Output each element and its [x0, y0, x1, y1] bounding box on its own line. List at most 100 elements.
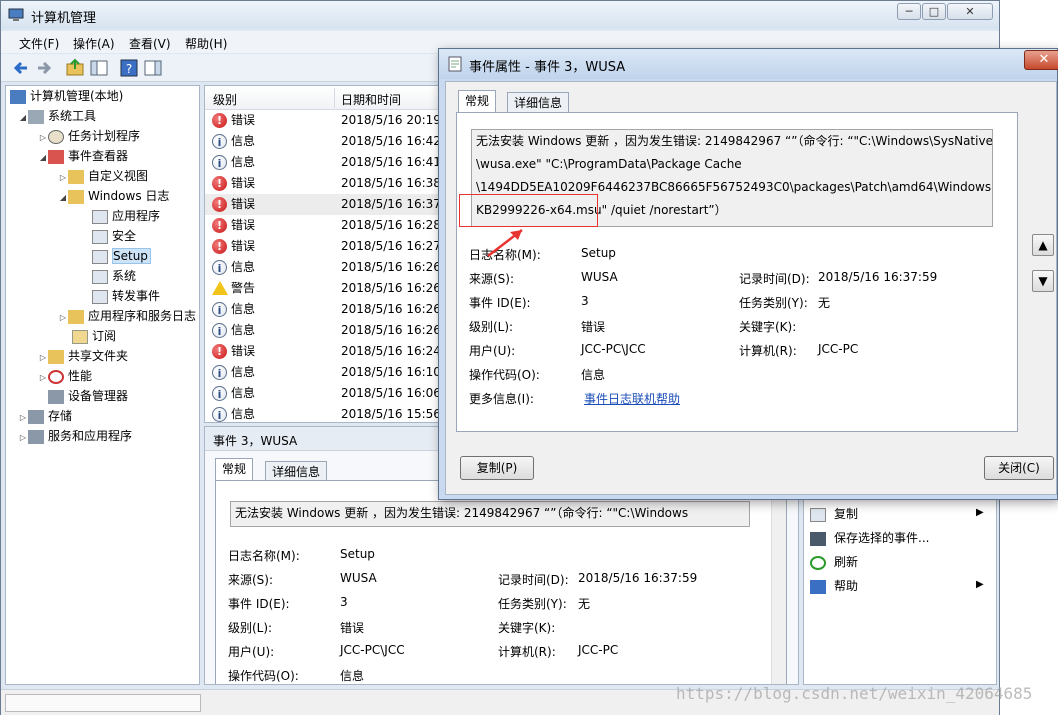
- table-row[interactable]: ! 错误 2018/5/16 16:28:: [205, 215, 443, 236]
- tree-item-shared-folders[interactable]: ▷ 共享文件夹: [38, 346, 128, 366]
- event-message-box[interactable]: 无法安装 Windows 更新 ，因为发生错误: 2149842967 “”（命…: [230, 501, 750, 527]
- minimize-button[interactable]: ─: [897, 3, 921, 20]
- tab-details[interactable]: 详细信息: [265, 461, 328, 480]
- tree-item-forwarded-events[interactable]: 转发事件: [92, 286, 160, 306]
- dialog-close-button[interactable]: ✕: [1024, 50, 1058, 70]
- column-header-datetime[interactable]: 日期和时间: [341, 91, 401, 108]
- tree-item-task-scheduler[interactable]: ▷ 任务计划程序: [38, 126, 140, 146]
- menu-file[interactable]: 文件(F): [19, 35, 59, 52]
- close-dialog-button[interactable]: 关闭(C): [984, 456, 1054, 480]
- tree-label-selected: Setup: [112, 248, 151, 264]
- detail-scrollbar[interactable]: [771, 481, 786, 684]
- help-icon[interactable]: ?: [119, 58, 139, 78]
- tree-item-services-apps[interactable]: ▷ 服务和应用程序: [18, 426, 132, 446]
- window-title: 计算机管理: [31, 11, 97, 26]
- table-row[interactable]: i 信息 2018/5/16 16:42:: [205, 131, 443, 152]
- tree-item-windows-logs[interactable]: ◢ Windows 日志: [58, 186, 169, 206]
- tree-item-system-tools[interactable]: ◢ 系统工具: [18, 106, 96, 126]
- level-cell: 信息: [231, 407, 256, 421]
- level-cell: 信息: [231, 386, 256, 400]
- tab-general[interactable]: 常规: [215, 458, 254, 480]
- error-icon: !: [212, 197, 227, 212]
- table-row[interactable]: ! 错误 2018/5/16 16:38:: [205, 173, 443, 194]
- expand-arrow-icon[interactable]: ▷: [18, 428, 28, 448]
- tree-item-security[interactable]: 安全: [92, 226, 136, 246]
- expand-arrow-icon[interactable]: ▷: [38, 128, 48, 148]
- copy-button[interactable]: 复制(P): [460, 456, 534, 480]
- table-row[interactable]: i 信息 2018/5/16 16:06:: [205, 383, 443, 404]
- table-row[interactable]: i 信息 2018/5/16 16:26:: [205, 257, 443, 278]
- menu-help[interactable]: 帮助(H): [185, 35, 227, 52]
- log-name-label: 日志名称(M):: [228, 549, 300, 563]
- show-hide-action-pane-icon[interactable]: [143, 58, 163, 78]
- table-row[interactable]: 警告 2018/5/16 16:26:: [205, 278, 443, 299]
- back-arrow-icon[interactable]: [11, 58, 31, 78]
- tree-item-app-service-logs[interactable]: ▷ 应用程序和服务日志: [58, 306, 196, 326]
- event-log-online-help-link[interactable]: 事件日志联机帮助: [584, 390, 680, 407]
- up-folder-icon[interactable]: [65, 58, 85, 78]
- dialog-tab-general[interactable]: 常规: [458, 90, 497, 112]
- tree-item-custom-views[interactable]: ▷ 自定义视图: [58, 166, 148, 186]
- help-icon: [810, 579, 826, 594]
- computer-label: 计算机(R):: [739, 344, 797, 358]
- tree-item-setup[interactable]: Setup: [92, 246, 151, 266]
- table-row[interactable]: ! 错误 2018/5/16 20:19:: [205, 110, 443, 131]
- expand-arrow-icon[interactable]: ▷: [58, 168, 68, 188]
- tree-item-event-viewer[interactable]: ◢ 事件查看器: [38, 146, 128, 166]
- action-help[interactable]: 帮助: [810, 575, 858, 597]
- event-list: 级别 日期和时间 ! 错误 2018/5/16 20:19: i 信息 2018/5/16…: [204, 85, 444, 423]
- next-event-button[interactable]: ▼: [1032, 270, 1054, 292]
- maximize-button[interactable]: □: [922, 3, 946, 20]
- table-row[interactable]: i 信息 2018/5/16 16:26:: [205, 320, 443, 341]
- keywords-label: 关键字(K):: [498, 621, 556, 635]
- table-row[interactable]: i 信息 2018/5/16 15:56:: [205, 404, 443, 422]
- menu-action[interactable]: 操作(A): [73, 35, 115, 52]
- level-label: 级别(L):: [228, 621, 273, 635]
- menu-view[interactable]: 查看(V): [129, 35, 171, 52]
- detail-general-panel: 无法安装 Windows 更新 ，因为发生错误: 2149842967 “”（命…: [215, 480, 787, 684]
- close-button[interactable]: ✕: [947, 3, 993, 20]
- tree-item-subscriptions[interactable]: 订阅: [72, 326, 116, 346]
- collapse-arrow-icon[interactable]: ◢: [58, 188, 68, 208]
- tree-item-device-manager[interactable]: 设备管理器: [48, 386, 128, 406]
- tree-item-application[interactable]: 应用程序: [92, 206, 160, 226]
- dialog-tab-details[interactable]: 详细信息: [507, 92, 570, 112]
- level-cell: 错误: [231, 197, 256, 211]
- user-value: JCC-PC\JCC: [581, 342, 646, 356]
- column-divider[interactable]: [334, 88, 335, 108]
- tree-item-performance[interactable]: ▷ 性能: [38, 366, 92, 386]
- expand-arrow-icon[interactable]: ▷: [58, 308, 68, 328]
- tree-item-system[interactable]: 系统: [92, 266, 136, 286]
- table-row[interactable]: i 信息 2018/5/16 16:10:: [205, 362, 443, 383]
- level-cell: 错误: [231, 113, 256, 127]
- forward-arrow-icon[interactable]: [34, 58, 54, 78]
- expand-arrow-icon[interactable]: ▷: [38, 368, 48, 388]
- level-cell: 信息: [231, 323, 256, 337]
- action-copy[interactable]: 复制: [810, 503, 858, 525]
- tree-item-root[interactable]: 计算机管理(本地): [10, 86, 123, 106]
- table-row[interactable]: ! 错误 2018/5/16 16:24:: [205, 341, 443, 362]
- column-header-level[interactable]: 级别: [213, 91, 237, 108]
- logged-label: 记录时间(D):: [498, 573, 569, 587]
- table-row[interactable]: ! 错误 2018/5/16 16:37:: [205, 194, 443, 215]
- error-icon: !: [212, 176, 227, 191]
- expand-arrow-icon[interactable]: ▷: [38, 348, 48, 368]
- tree-label: 系统: [112, 269, 137, 283]
- action-save-selected[interactable]: 保存选择的事件...: [810, 527, 929, 549]
- event-id-value: 3: [581, 294, 589, 308]
- previous-event-button[interactable]: ▲: [1032, 234, 1054, 256]
- error-icon: !: [212, 344, 227, 359]
- status-segment: [5, 694, 201, 712]
- dialog-title-bar: 事件属性 - 事件 3，WUSA: [439, 49, 1057, 79]
- level-cell: 错误: [231, 239, 256, 253]
- tree-item-storage[interactable]: ▷ 存储: [18, 406, 72, 426]
- collapse-arrow-icon[interactable]: ◢: [38, 148, 48, 168]
- collapse-arrow-icon[interactable]: ◢: [18, 108, 28, 128]
- show-hide-tree-icon[interactable]: [89, 58, 109, 78]
- expand-arrow-icon[interactable]: ▷: [18, 408, 28, 428]
- services-icon: [28, 429, 44, 444]
- table-row[interactable]: i 信息 2018/5/16 16:41:: [205, 152, 443, 173]
- table-row[interactable]: ! 错误 2018/5/16 16:27:: [205, 236, 443, 257]
- action-refresh[interactable]: 刷新: [810, 551, 858, 573]
- table-row[interactable]: i 信息 2018/5/16 16:26:: [205, 299, 443, 320]
